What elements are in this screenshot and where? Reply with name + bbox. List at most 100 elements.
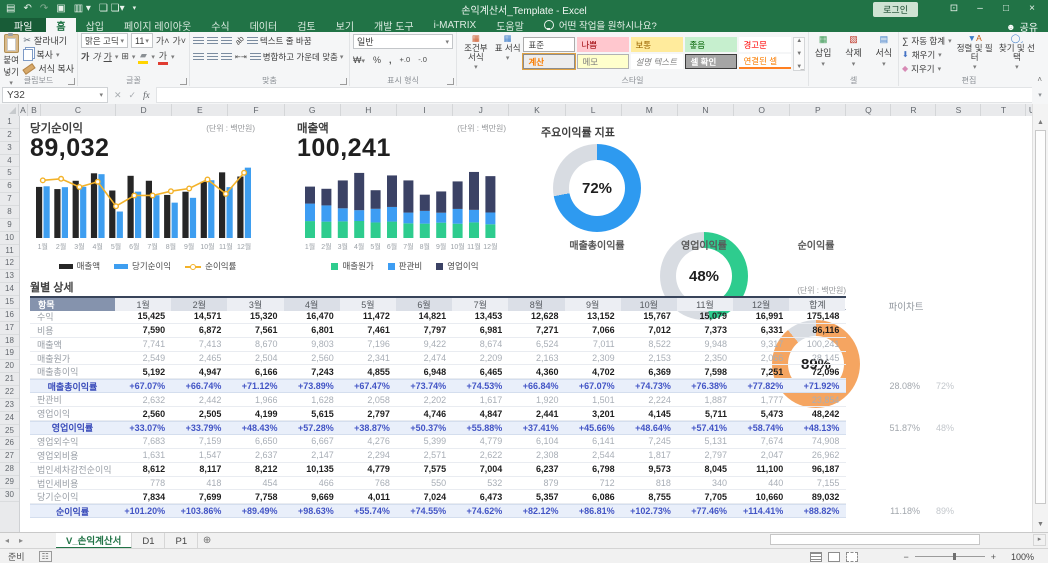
- row-label[interactable]: 매출총이익률: [30, 380, 115, 393]
- table-cell[interactable]: 2,153: [621, 353, 677, 363]
- table-cell[interactable]: +74.62%: [452, 506, 508, 516]
- table-cell[interactable]: +114.41%: [733, 506, 789, 516]
- table-cell[interactable]: 7,575: [396, 464, 452, 474]
- row-header-26[interactable]: 26: [0, 437, 19, 450]
- page-break-view-icon[interactable]: [846, 552, 858, 562]
- table-cell[interactable]: +86.81%: [565, 506, 621, 516]
- accounting-format-icon[interactable]: ₩▾: [353, 55, 365, 65]
- table-cell[interactable]: +37.41%: [508, 423, 564, 433]
- table-cell[interactable]: 10,660: [733, 492, 789, 502]
- table-cell[interactable]: 1,966: [227, 395, 283, 405]
- table-cell[interactable]: 4,702: [565, 367, 621, 377]
- table-cell[interactable]: 8,755: [621, 492, 677, 502]
- ribbon-tab-10[interactable]: 도움말: [486, 18, 534, 32]
- table-cell[interactable]: 14,571: [171, 311, 227, 321]
- table-cell[interactable]: +73.89%: [284, 381, 340, 391]
- table-cell[interactable]: 7,674: [733, 436, 789, 446]
- sheet-nav-left-icon[interactable]: ◂: [0, 533, 14, 549]
- grow-font-icon[interactable]: 가˄: [156, 34, 170, 47]
- table-cell[interactable]: 5,131: [677, 436, 733, 446]
- gallery-scroll[interactable]: ▲ ▼ ▼̲: [793, 37, 805, 71]
- align-left-icon[interactable]: [193, 53, 204, 61]
- table-cell[interactable]: 1,628: [284, 395, 340, 405]
- table-cell[interactable]: 4,360: [508, 367, 564, 377]
- table-header-cell[interactable]: 1월: [115, 298, 171, 311]
- delete-cells-button[interactable]: ▧삭제▾: [842, 34, 864, 68]
- table-cell[interactable]: 8,212: [227, 464, 283, 474]
- table-cell[interactable]: 9,948: [677, 339, 733, 349]
- collapse-ribbon-icon[interactable]: ˄: [1037, 75, 1042, 84]
- table-cell[interactable]: 96,187: [789, 464, 845, 474]
- table-cell[interactable]: 7,196: [340, 339, 396, 349]
- gallery-more-icon[interactable]: ▼̲: [796, 64, 802, 70]
- row-label[interactable]: 수익: [30, 310, 115, 323]
- table-cell[interactable]: 9,803: [284, 339, 340, 349]
- alignment-dialog-launcher-icon[interactable]: [340, 78, 347, 85]
- table-cell[interactable]: 418: [171, 478, 227, 488]
- table-cell[interactable]: 1,631: [115, 450, 171, 460]
- ribbon-tab-5[interactable]: 데이터: [240, 18, 288, 32]
- row-header-24[interactable]: 24: [0, 412, 19, 425]
- ribbon-tab-6[interactable]: 검토: [287, 18, 325, 32]
- table-cell[interactable]: +58.74%: [733, 423, 789, 433]
- table-cell[interactable]: 7,683: [115, 436, 171, 446]
- table-cell[interactable]: +33.79%: [171, 423, 227, 433]
- table-cell[interactable]: +66.84%: [508, 381, 564, 391]
- font-color-icon[interactable]: 가: [158, 49, 168, 65]
- table-cell[interactable]: 4,011: [340, 492, 396, 502]
- row-header-28[interactable]: 28: [0, 463, 19, 476]
- column-header-R[interactable]: R: [891, 104, 936, 116]
- row-label[interactable]: 영업외수익: [30, 435, 115, 448]
- table-cell[interactable]: +77.46%: [677, 506, 733, 516]
- table-cell[interactable]: 2,465: [171, 353, 227, 363]
- scroll-up-icon[interactable]: ▲: [1033, 117, 1048, 129]
- table-cell[interactable]: 7,251: [733, 367, 789, 377]
- table-cell[interactable]: 7,373: [677, 325, 733, 335]
- table-cell[interactable]: 440: [733, 478, 789, 488]
- format-as-table-button[interactable]: ▦ 표 서식▾: [492, 34, 524, 72]
- table-cell[interactable]: 11,100: [733, 464, 789, 474]
- table-cell[interactable]: 2,622: [452, 450, 508, 460]
- table-cell[interactable]: 2,797: [340, 409, 396, 419]
- table-cell[interactable]: 4,276: [340, 436, 396, 446]
- table-cell[interactable]: 6,141: [565, 436, 621, 446]
- table-cell[interactable]: 5,711: [677, 409, 733, 419]
- table-cell[interactable]: 2,560: [284, 353, 340, 363]
- table-cell[interactable]: 7,758: [227, 492, 283, 502]
- table-cell[interactable]: 2,308: [508, 450, 564, 460]
- column-header-D[interactable]: D: [116, 104, 172, 116]
- table-cell[interactable]: 2,066: [733, 353, 789, 363]
- table-cell[interactable]: 2,505: [171, 409, 227, 419]
- table-header-cell[interactable]: 3월: [227, 298, 283, 311]
- row-header-1[interactable]: 1: [0, 116, 19, 129]
- vertical-scroll-thumb[interactable]: [1035, 130, 1046, 504]
- table-cell[interactable]: 72,096: [789, 367, 845, 377]
- borders-icon[interactable]: ⊞: [121, 51, 129, 62]
- row-header-25[interactable]: 25: [0, 425, 19, 438]
- cut-button[interactable]: ✂ 잘라내기: [23, 34, 74, 47]
- table-cell[interactable]: 7,834: [115, 492, 171, 502]
- table-cell[interactable]: 13,453: [452, 311, 508, 321]
- ribbon-tab-4[interactable]: 수식: [201, 18, 239, 32]
- table-cell[interactable]: 532: [452, 478, 508, 488]
- table-cell[interactable]: 15,767: [621, 311, 677, 321]
- table-cell[interactable]: 2,224: [621, 395, 677, 405]
- column-header-K[interactable]: K: [509, 104, 565, 116]
- row-header-23[interactable]: 23: [0, 399, 19, 412]
- table-cell[interactable]: 466: [284, 478, 340, 488]
- table-cell[interactable]: +33.07%: [115, 423, 171, 433]
- table-cell[interactable]: 6,473: [452, 492, 508, 502]
- copy-button[interactable]: 복사▾: [23, 48, 74, 61]
- accessibility-icon[interactable]: ☷: [39, 551, 52, 562]
- table-cell[interactable]: +76.38%: [677, 381, 733, 391]
- row-header-7[interactable]: 7: [0, 193, 19, 206]
- table-cell[interactable]: 5,192: [115, 367, 171, 377]
- table-cell[interactable]: +57.41%: [677, 423, 733, 433]
- table-header-cell[interactable]: 합계: [789, 298, 845, 311]
- table-cell[interactable]: +48.43%: [227, 423, 283, 433]
- table-cell[interactable]: 175,148: [789, 311, 845, 321]
- table-cell[interactable]: 6,086: [565, 492, 621, 502]
- insert-cells-button[interactable]: ▦삽입▾: [812, 34, 834, 68]
- column-header-S[interactable]: S: [936, 104, 981, 116]
- table-cell[interactable]: +66.74%: [171, 381, 227, 391]
